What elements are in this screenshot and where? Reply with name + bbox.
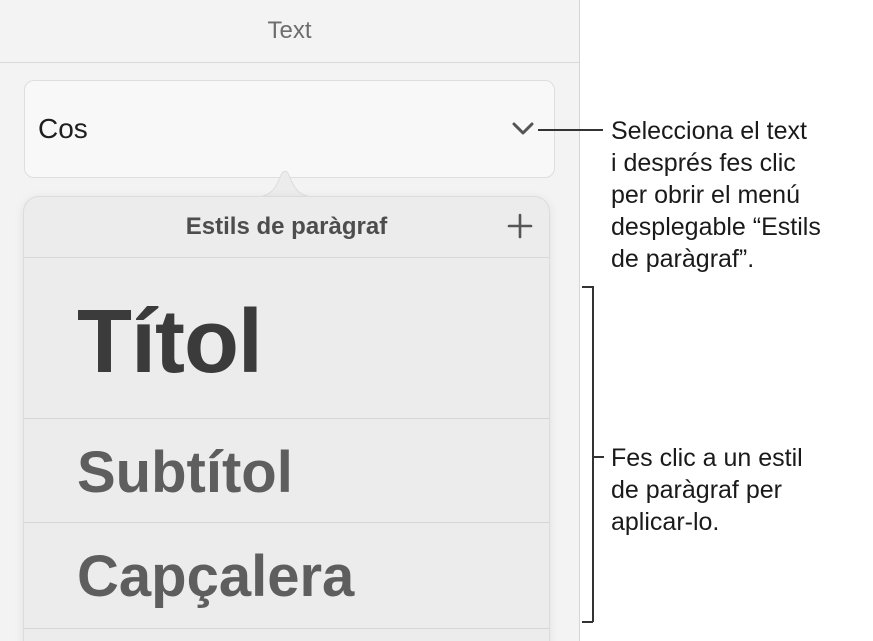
style-item-label: Capçalera xyxy=(77,544,355,609)
panel-header: Text xyxy=(0,0,579,63)
callout-bracket xyxy=(592,286,594,622)
popover-arrow xyxy=(255,170,315,197)
style-item-titol[interactable]: Títol xyxy=(24,257,549,419)
popover-title-text: Estils de paràgraf xyxy=(185,213,388,240)
paragraph-styles-popover: Estils de paràgraf Títol Subtítol Capçal… xyxy=(23,196,550,641)
callout-dropdown-text: Selecciona el text i després fes clic pe… xyxy=(611,117,821,273)
chevron-down-icon[interactable] xyxy=(512,121,534,137)
style-item-capcalera[interactable]: Capçalera xyxy=(24,523,549,629)
callout-leader-line xyxy=(592,456,604,458)
panel-title: Text xyxy=(267,17,312,44)
style-item-label: Títol xyxy=(77,292,263,392)
text-format-panel: Text Cos Estils de paràgraf Títol Subtít… xyxy=(0,0,580,641)
callout-bracket xyxy=(582,621,593,623)
popover-title: Estils de paràgraf xyxy=(24,197,549,258)
current-style-value: Cos xyxy=(38,113,88,144)
paragraph-style-dropdown[interactable]: Cos xyxy=(24,80,555,178)
callout-styles-text: Fes clic a un estil de paràgraf per apli… xyxy=(611,444,803,536)
plus-icon[interactable] xyxy=(505,211,535,241)
callout-leader-line xyxy=(538,129,603,131)
style-item-label: Subtítol xyxy=(77,440,293,505)
style-item-subtitol[interactable]: Subtítol xyxy=(24,419,549,523)
